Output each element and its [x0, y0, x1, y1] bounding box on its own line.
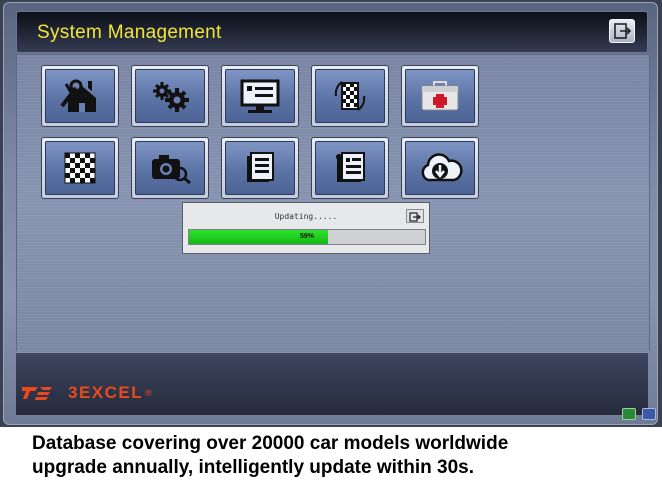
document-stack-icon: [247, 152, 274, 182]
brand-logo: 3EXCEL ®: [22, 383, 152, 403]
checkerboard-icon: [64, 152, 96, 184]
tile-settings[interactable]: [131, 65, 209, 127]
monitor-settings-icon: [240, 79, 280, 113]
camera-search-icon: [152, 155, 191, 185]
speaker-icon[interactable]: [622, 408, 636, 420]
status-tray: [622, 408, 656, 420]
registered-mark: ®: [145, 388, 152, 398]
device-screen: System Management 3EXCEL ® Updating.....…: [0, 0, 662, 427]
cloud-download-icon: [421, 153, 463, 182]
title-bar: System Management: [16, 11, 648, 53]
document-edit-icon: [336, 152, 365, 182]
tile-target-calibration[interactable]: [311, 65, 389, 127]
progress-label: 59%: [299, 233, 314, 240]
exit-button[interactable]: [609, 19, 635, 43]
caption-line-1: Database covering over 20000 car models …: [32, 433, 509, 454]
tile-diagnostics-kit[interactable]: [401, 65, 479, 127]
caption-line-2: upgrade annually, intelligently update w…: [32, 457, 474, 478]
exit-icon: [614, 23, 632, 39]
progress-bar: 59%: [188, 229, 426, 245]
tile-camera[interactable]: [131, 137, 209, 199]
caption: Database covering over 20000 car models …: [32, 432, 652, 480]
gears-icon: [153, 82, 189, 112]
tile-document-edit[interactable]: [311, 137, 389, 199]
home-tools-icon: [60, 79, 96, 112]
first-aid-kit-icon: [421, 81, 459, 111]
system-tray-icon[interactable]: [642, 408, 656, 420]
bottom-bar: 3EXCEL ®: [16, 352, 648, 415]
tile-home-tools[interactable]: [41, 65, 119, 127]
update-dialog: Updating..... 59%: [182, 202, 430, 254]
brand-name: 3EXCEL: [68, 383, 144, 402]
brand-mark-icon: [22, 387, 52, 400]
exit-icon: [409, 212, 421, 222]
tile-checkerboard[interactable]: [41, 137, 119, 199]
tile-cloud-update[interactable]: [401, 137, 479, 199]
tile-documents[interactable]: [221, 137, 299, 199]
dialog-exit-button[interactable]: [406, 209, 424, 223]
checkerboard-sync-icon: [334, 81, 366, 111]
tile-display-settings[interactable]: [221, 65, 299, 127]
page-title: System Management: [37, 22, 222, 43]
update-dialog-title: Updating.....: [274, 212, 338, 221]
